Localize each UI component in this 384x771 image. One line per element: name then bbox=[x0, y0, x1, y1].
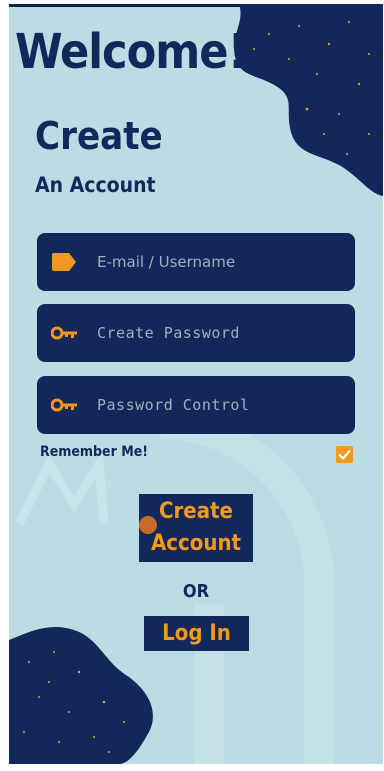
email-input[interactable] bbox=[95, 252, 355, 272]
email-field[interactable] bbox=[37, 233, 355, 291]
checkmark-icon bbox=[338, 449, 351, 460]
tag-icon bbox=[51, 252, 77, 272]
account-subtitle: An Account bbox=[35, 173, 156, 197]
password-input[interactable] bbox=[95, 323, 355, 343]
top-right-blob bbox=[234, 4, 383, 196]
login-button[interactable]: Log In bbox=[144, 616, 249, 651]
create-account-label-line2: Account bbox=[150, 531, 242, 556]
create-account-button[interactable]: Create Account bbox=[139, 494, 253, 562]
remember-me-label: Remember Me! bbox=[40, 444, 149, 460]
key-icon bbox=[51, 323, 77, 343]
bottom-left-blob bbox=[9, 627, 153, 764]
key-icon bbox=[51, 395, 77, 415]
remember-me-checkbox[interactable] bbox=[336, 446, 353, 463]
password-field[interactable] bbox=[37, 304, 355, 362]
create-title: Create bbox=[35, 114, 163, 158]
welcome-heading: Welcome! bbox=[15, 24, 247, 80]
or-separator: OR bbox=[182, 581, 210, 602]
password-confirm-input[interactable] bbox=[95, 395, 355, 415]
app-screen: Welcome! Create An Account Remember Me! … bbox=[9, 4, 383, 764]
password-confirm-field[interactable] bbox=[37, 376, 355, 434]
button-dot-decoration bbox=[139, 516, 157, 534]
